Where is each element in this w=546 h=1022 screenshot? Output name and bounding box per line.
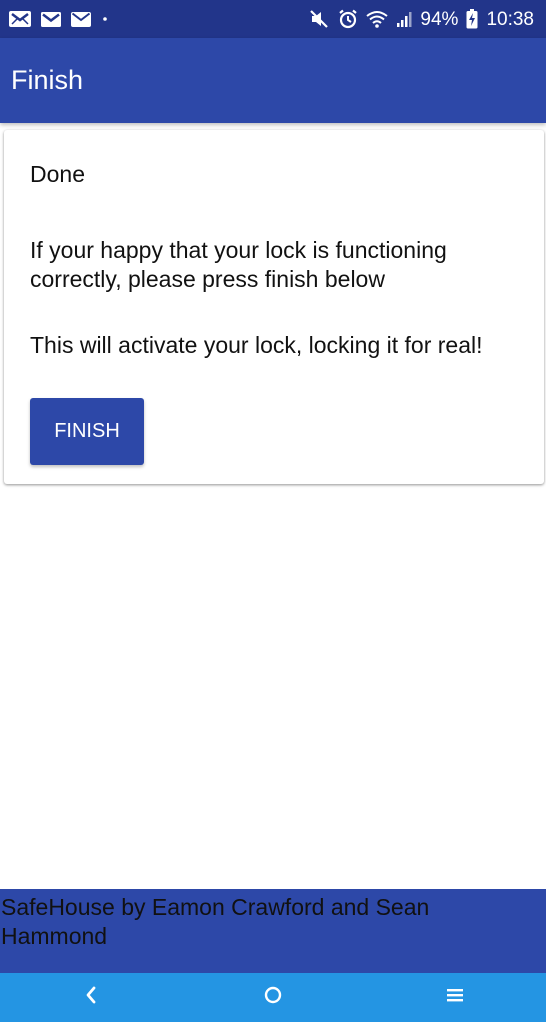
back-button[interactable] bbox=[61, 975, 121, 1021]
finish-card: Done If your happy that your lock is fun… bbox=[4, 130, 544, 484]
credits-text: SafeHouse by Eamon Crawford and Sean Ham… bbox=[1, 894, 430, 949]
wifi-icon bbox=[366, 10, 389, 28]
finish-button[interactable]: FINISH bbox=[30, 398, 144, 465]
system-nav-bar bbox=[0, 973, 546, 1022]
gallery-mail-icon bbox=[8, 10, 32, 28]
clock: 10:38 bbox=[486, 8, 534, 30]
status-system: 94% 10:38 bbox=[310, 9, 534, 29]
home-button[interactable] bbox=[243, 975, 303, 1021]
email-icon bbox=[70, 11, 92, 28]
instructions-text: If your happy that your lock is function… bbox=[30, 237, 447, 292]
dot-icon bbox=[100, 14, 110, 24]
status-bar: 94% 10:38 bbox=[0, 0, 546, 38]
recents-button[interactable] bbox=[425, 975, 485, 1021]
recents-icon bbox=[445, 986, 465, 1009]
warning-text: This will activate your lock, locking it… bbox=[30, 332, 483, 358]
battery-percent: 94% bbox=[420, 8, 459, 30]
home-icon bbox=[263, 985, 283, 1010]
back-icon bbox=[83, 985, 99, 1010]
battery-charging-icon bbox=[466, 9, 478, 29]
signal-icon bbox=[396, 10, 412, 28]
mute-icon bbox=[310, 10, 330, 28]
status-notifications bbox=[8, 10, 110, 28]
alarm-icon bbox=[338, 9, 358, 29]
card-title: Done bbox=[30, 161, 85, 187]
credits-footer: SafeHouse by Eamon Crawford and Sean Ham… bbox=[0, 889, 546, 973]
gmail-icon bbox=[40, 11, 62, 28]
app-bar: Finish bbox=[0, 38, 546, 123]
page-title: Finish bbox=[11, 65, 84, 95]
